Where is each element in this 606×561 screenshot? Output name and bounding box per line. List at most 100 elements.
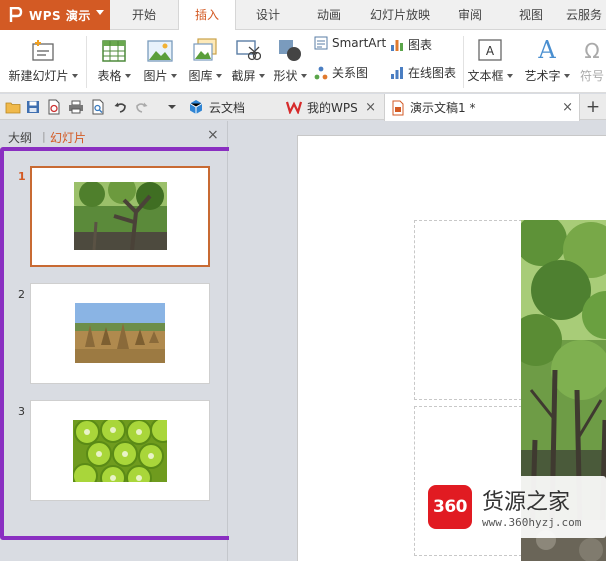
app-name: WPS 演示 xyxy=(29,8,91,23)
wps-logo-icon xyxy=(6,5,26,25)
tab-design[interactable]: 设计 xyxy=(244,0,292,30)
doc-tab-presentation-label: 演示文稿1 * xyxy=(410,101,476,115)
pane-tab-divider: | xyxy=(42,130,46,143)
table-label: 表格 xyxy=(97,69,122,83)
export-pdf-icon[interactable] xyxy=(46,99,62,115)
watermark-url: www.360hyzj.com xyxy=(482,516,582,529)
chevron-down-icon xyxy=(215,73,222,78)
field-photo xyxy=(75,303,165,363)
smartart-label: SmartArt xyxy=(332,36,387,50)
slide-number: 2 xyxy=(18,288,25,301)
relation-icon xyxy=(314,66,328,79)
doc-tab-cloud-label: 云文档 xyxy=(209,100,246,115)
slide-thumbnail-2[interactable] xyxy=(30,283,210,384)
symbol-label: 符号 xyxy=(579,69,604,83)
svg-text:A: A xyxy=(537,36,556,62)
chevron-down-icon xyxy=(170,73,177,78)
presentation-file-icon xyxy=(392,100,404,115)
gallery-label: 图库 xyxy=(188,69,213,83)
tab-review[interactable]: 审阅 xyxy=(447,0,493,30)
new-slide-icon xyxy=(30,34,56,62)
ribbon-toolbar: 新建幻灯片 表格 图片 图库 截屏 形状 SmartArt 图表 关系图 在线图… xyxy=(0,30,606,93)
slide-number: 3 xyxy=(18,405,25,418)
online-chart-button[interactable]: 在线图表 xyxy=(390,64,456,81)
screenshot-icon xyxy=(235,34,261,62)
divider xyxy=(86,36,87,88)
chevron-down-icon xyxy=(71,73,78,78)
undo-icon[interactable] xyxy=(112,99,128,115)
print-icon[interactable] xyxy=(68,99,84,115)
table-icon xyxy=(102,34,126,62)
menu-bar: WPS 演示 开始 插入 设计 动画 幻灯片放映 审阅 视图 云服务 xyxy=(0,0,606,31)
slide-thumbnail-1[interactable] xyxy=(30,166,210,267)
online-chart-label: 在线图表 xyxy=(408,66,457,80)
pane-header: 大纲 | 幻灯片 × xyxy=(0,121,228,149)
chevron-down-icon xyxy=(563,73,570,78)
textbox-label: 文本框 xyxy=(467,69,504,83)
gallery-icon xyxy=(192,34,218,62)
quick-access-bar: 云文档 我的WPS × 演示文稿1 * × + xyxy=(0,94,606,121)
textbox-button[interactable]: A 文本框 xyxy=(466,34,514,84)
print-preview-icon[interactable] xyxy=(90,99,106,115)
shape-button[interactable]: 形状 xyxy=(270,34,310,84)
doc-tab-mywps-label: 我的WPS xyxy=(307,100,358,115)
wordart-label: 艺术字 xyxy=(524,69,561,83)
tab-home[interactable]: 开始 xyxy=(118,0,170,30)
open-folder-icon[interactable] xyxy=(5,99,21,115)
new-slide-label: 新建幻灯片 xyxy=(8,69,69,83)
tab-slides[interactable]: 幻灯片 xyxy=(50,129,86,146)
shape-label: 形状 xyxy=(273,69,298,83)
chevron-down-icon xyxy=(258,73,265,78)
tab-slideshow[interactable]: 幻灯片放映 xyxy=(362,0,438,30)
chevron-down-icon xyxy=(506,73,513,78)
svg-text:A: A xyxy=(486,44,495,58)
tab-view[interactable]: 视图 xyxy=(508,0,554,30)
svg-text:Ω: Ω xyxy=(584,39,599,62)
bar-chart-icon xyxy=(391,39,403,51)
screenshot-button[interactable]: 截屏 xyxy=(228,34,268,84)
doc-tab-cloud[interactable]: 云文档 xyxy=(186,94,280,120)
relation-chart-button[interactable]: 关系图 xyxy=(314,64,368,81)
slide-number: 1 xyxy=(18,170,26,183)
relation-chart-label: 关系图 xyxy=(332,66,369,80)
chart-label: 图表 xyxy=(408,38,433,52)
kiwi-photo xyxy=(73,420,167,482)
shape-icon xyxy=(277,34,303,62)
chevron-down-icon xyxy=(124,73,131,78)
chevron-down-icon xyxy=(96,10,104,15)
close-icon[interactable]: × xyxy=(207,127,219,143)
smartart-button[interactable]: SmartArt xyxy=(314,36,386,50)
table-button[interactable]: 表格 xyxy=(94,34,134,84)
close-icon[interactable]: × xyxy=(365,100,376,115)
tab-animation[interactable]: 动画 xyxy=(305,0,353,30)
doc-tab-presentation[interactable]: 演示文稿1 * × xyxy=(384,94,580,121)
watermark: 360 货源之家 www.360hyzj.com xyxy=(420,476,606,538)
wordart-icon: A xyxy=(535,34,559,62)
omega-icon: Ω xyxy=(581,34,603,62)
wordart-button[interactable]: A 艺术字 xyxy=(522,34,572,84)
tab-cloud[interactable]: 云服务 xyxy=(566,0,606,30)
chart-button[interactable]: 图表 xyxy=(390,36,432,53)
watermark-title: 货源之家 xyxy=(482,490,571,515)
gallery-button[interactable]: 图库 xyxy=(185,34,225,84)
title-placeholder[interactable] xyxy=(414,220,522,400)
tab-insert[interactable]: 插入 xyxy=(178,0,236,31)
customize-dropdown-icon[interactable] xyxy=(164,99,180,115)
redo-icon[interactable] xyxy=(134,99,150,115)
new-tab-plus-icon[interactable]: + xyxy=(585,97,601,117)
picture-button[interactable]: 图片 xyxy=(140,34,180,84)
slide-thumbnail-3[interactable] xyxy=(30,400,210,501)
app-menu-button[interactable]: WPS 演示 xyxy=(0,0,110,30)
close-icon[interactable]: × xyxy=(562,100,573,115)
doc-tab-mywps[interactable]: 我的WPS × xyxy=(284,94,382,120)
forest-photo xyxy=(74,182,167,250)
screenshot-label: 截屏 xyxy=(231,69,256,83)
save-icon[interactable] xyxy=(25,99,41,115)
chevron-down-icon xyxy=(300,73,307,78)
picture-icon xyxy=(147,34,173,62)
online-chart-icon xyxy=(391,66,403,79)
new-slide-button[interactable]: 新建幻灯片 xyxy=(6,34,80,84)
divider xyxy=(463,36,464,88)
tab-outline[interactable]: 大纲 xyxy=(8,129,32,146)
symbol-button[interactable]: Ω 符号 xyxy=(578,34,606,84)
